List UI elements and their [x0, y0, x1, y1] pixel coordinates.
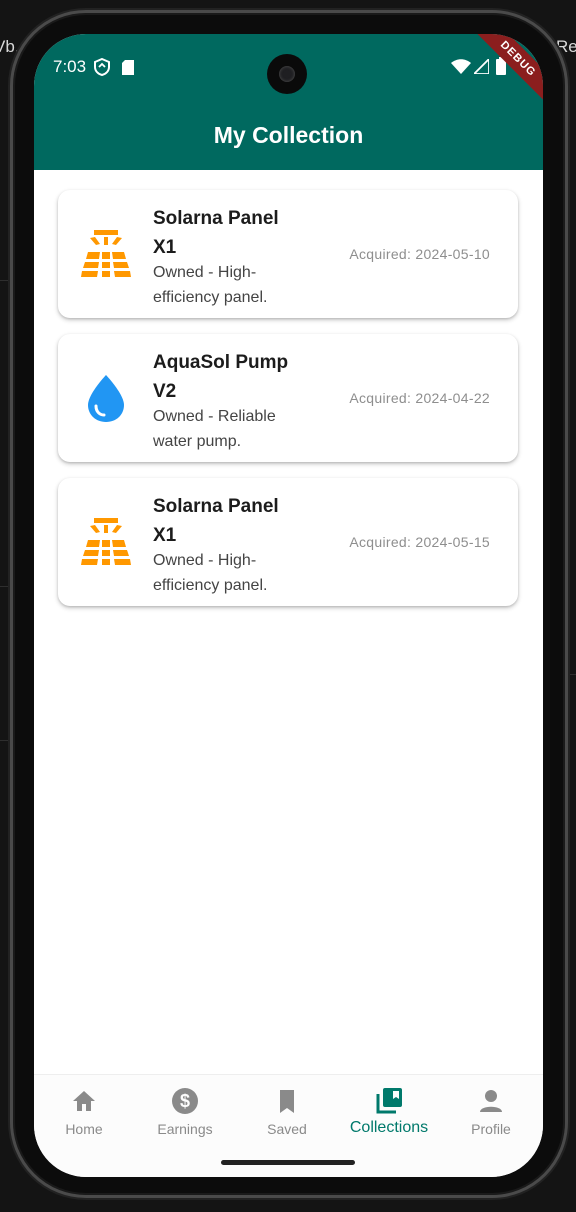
app-screen: 7:03 DEBUG My Collection Solarna Panel X… — [34, 34, 543, 1177]
solar-panel-icon — [80, 516, 132, 568]
shield-icon — [94, 57, 110, 81]
person-icon — [477, 1087, 505, 1115]
svg-text:$: $ — [180, 1091, 190, 1111]
collection-list: Solarna Panel X1 Owned - High-efficiency… — [58, 190, 518, 622]
nav-label: Saved — [267, 1121, 307, 1137]
signal-icon — [471, 56, 490, 79]
nav-item-collections[interactable]: Collections — [339, 1087, 439, 1137]
nav-item-earnings[interactable]: $ Earnings — [135, 1087, 235, 1137]
nav-label: Earnings — [157, 1121, 213, 1137]
nav-label: Profile — [471, 1121, 511, 1137]
nav-item-profile[interactable]: Profile — [441, 1087, 541, 1137]
solar-panel-icon — [80, 228, 132, 280]
wifi-icon — [451, 59, 471, 79]
item-name: Solarna Panel X1 — [153, 496, 279, 546]
nav-item-saved[interactable]: Saved — [237, 1087, 337, 1137]
item-acquired-date: Acquired: 2024-05-15 — [349, 534, 490, 550]
water-drop-icon — [80, 372, 132, 424]
item-acquired-date: Acquired: 2024-04-22 — [349, 390, 490, 406]
collection-card[interactable]: AquaSol Pump V2 Owned - Reliable water p… — [58, 334, 518, 462]
dollar-icon: $ — [171, 1087, 199, 1115]
sd-card-icon — [122, 60, 134, 80]
nav-item-home[interactable]: Home — [34, 1087, 134, 1137]
collection-card[interactable]: Solarna Panel X1 Owned - High-efficiency… — [58, 190, 518, 318]
home-icon — [70, 1087, 98, 1115]
app-bar: 7:03 DEBUG My Collection — [34, 34, 543, 170]
collection-card[interactable]: Solarna Panel X1 Owned - High-efficiency… — [58, 478, 518, 606]
collections-icon — [375, 1087, 403, 1115]
desktop-background: Vb.. Re 7:03 — [0, 0, 576, 1212]
item-acquired-date: Acquired: 2024-05-10 — [349, 246, 490, 262]
nav-label: Home — [65, 1121, 103, 1137]
item-name: Solarna Panel X1 — [153, 208, 279, 258]
item-description: Owned - Reliable water pump. — [153, 408, 276, 450]
gesture-home-bar[interactable] — [221, 1160, 355, 1165]
status-bar: 7:03 — [34, 34, 543, 100]
item-description: Owned - High-efficiency panel. — [153, 552, 268, 594]
nav-label: Collections — [349, 1119, 429, 1136]
front-camera — [267, 54, 307, 94]
bookmark-icon — [273, 1087, 301, 1115]
page-title: My Collection — [213, 122, 364, 148]
item-name: AquaSol Pump V2 — [153, 352, 289, 402]
status-time: 7:03 — [53, 57, 87, 76]
item-description: Owned - High-efficiency panel. — [153, 264, 268, 306]
